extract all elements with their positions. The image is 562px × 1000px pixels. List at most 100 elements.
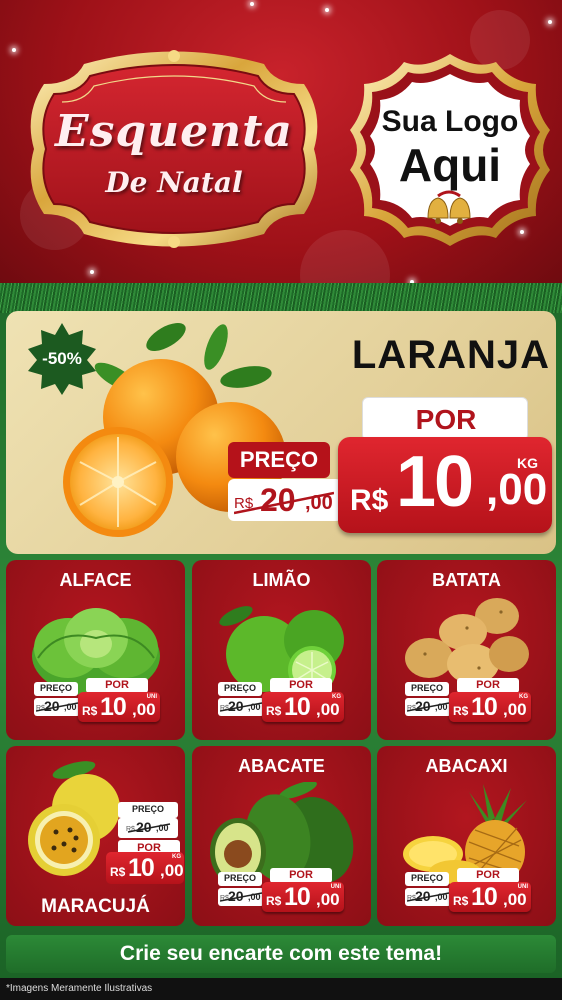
disclaimer-bar: *Imagens Meramente Ilustrativas [0,978,562,1000]
sparkle [90,270,94,274]
featured-product-card[interactable]: -50% LARANJA POR PREÇO R$ 20 ,00 R$ 10 ,… [6,311,556,554]
preco-label: PREÇO [131,804,164,814]
price-currency: R$ [110,865,126,879]
product-name: ABACAXI [425,756,508,776]
product-card-limao[interactable]: LIMÃO PREÇO R$ 20 ,00 POR R$ 10 ,00 KG [192,560,371,740]
strike-through-icon [220,892,262,902]
preco-label: PREÇO [239,447,319,472]
product-name: LIMÃO [252,570,311,590]
logo-placeholder-line-1: Sua Logo [381,105,519,138]
price-box: R$ 10 ,00 UNI [449,882,531,912]
preco-label-box: PREÇO [218,682,262,696]
por-label: POR [415,404,477,435]
price-unit: KG [332,694,341,700]
featured-product-name: LARANJA [351,333,550,377]
header-banner: Esquenta De Natal Sua Logo Aqui [0,0,562,300]
price-unit: UNI [330,884,341,890]
old-price-box: R$ 20 ,00 [118,818,178,838]
por-label-box: POR [270,868,332,883]
price-unit: KG [172,854,181,860]
discount-label: -50% [42,349,82,368]
sparkle [250,2,254,6]
por-label: POR [289,869,313,881]
strike-through-icon [127,823,171,833]
por-label-box: POR [86,678,148,693]
product-card-batata[interactable]: BATATA PREÇO R$ 20 ,00 POR R$ 10 ,00 KG [377,560,556,740]
price-integer: 10 [471,693,498,721]
logo-placeholder-frame: Sua Logo Aqui [346,50,554,250]
product-card-maracuja[interactable]: PREÇO R$ 20 ,00 POR R$ 10 ,00 KG MARACUJ… [6,746,185,926]
strike-through-icon [234,491,334,515]
sparkle [325,8,329,12]
product-card-alface[interactable]: ALFACE PREÇO R$ 20 ,00 POR R$ 10 ,00 UNI [6,560,185,740]
title-line-2: De Natal [105,166,243,199]
price-currency: R$ [453,894,469,908]
product-card-abacate[interactable]: ABACATE PREÇO R$ 20 ,00 POR R$ 10 ,00 UN… [192,746,371,926]
price-unit: UNI [146,694,157,700]
price-box: R$ 10 ,00 KG [262,692,344,722]
product-name: ALFACE [59,570,132,590]
price-box: R$ 10 ,00 UNI [262,882,344,912]
strike-through-icon [36,702,78,712]
price-box: R$ 10 ,00 UNI [78,692,160,722]
por-label: POR [476,869,500,881]
sparkle [548,20,552,24]
price-cents: ,00 [486,465,548,514]
product-name: BATATA [432,570,501,590]
preco-label: PREÇO [39,683,72,693]
product-name: ABACATE [238,756,325,776]
price-unit: UNI [517,884,528,890]
por-label: POR [105,679,129,691]
discount-badge: -50% [26,323,98,395]
strike-through-icon [407,892,449,902]
title-line-1: Esquenta [55,106,293,157]
por-label-box: POR [270,678,332,693]
price-cents: ,00 [160,861,184,880]
old-price-box: R$ 20 ,00 [218,888,264,906]
old-price-box: R$ 20 ,00 [405,698,451,716]
old-price-box: R$ 20 ,00 [228,479,342,521]
product-card-abacaxi[interactable]: ABACAXI PREÇO R$ 20 ,00 POR R$ 10 ,00 UN… [377,746,556,926]
preco-label-box: PREÇO [228,442,330,478]
por-label: POR [289,679,313,691]
old-price-box: R$ 20 ,00 [34,698,80,716]
price-integer: 10 [471,883,498,911]
por-label-box: POR [457,868,519,883]
price-box: R$ 10 ,00 KG [449,692,531,722]
por-label-box: POR [457,678,519,693]
strike-through-icon [220,702,262,712]
price-group: PREÇO R$ 20 ,00 POR R$ 10 ,00 UNI [34,678,164,722]
price-integer: 10 [100,693,127,721]
price-integer: 10 [284,883,311,911]
price-cents: ,00 [316,890,340,909]
price-unit: KG [519,694,528,700]
title-ornament-frame: Esquenta De Natal [14,44,334,254]
product-name: MARACUJÁ [41,896,150,917]
cta-text: Crie seu encarte com este tema! [119,942,443,965]
cta-banner[interactable]: Crie seu encarte com este tema! [6,935,556,973]
preco-label-box: PREÇO [34,682,78,696]
price-integer: 10 [284,693,311,721]
grass-border [0,283,562,313]
price-cents: ,00 [316,700,340,719]
preco-label: PREÇO [410,683,443,693]
price-currency: R$ [266,704,282,718]
preco-label-box: PREÇO [118,802,178,818]
featured-price-box: R$ 10 ,00 KG [338,437,552,533]
preco-label: PREÇO [223,873,256,883]
price-group: PREÇO R$ 20 ,00 POR R$ 10 ,00 KG [218,678,348,722]
price-cents: ,00 [132,700,156,719]
price-currency: R$ [453,704,469,718]
preco-label-box: PREÇO [218,872,262,886]
price-group: PREÇO R$ 20 ,00 POR R$ 10 ,00 KG [405,678,535,722]
logo-placeholder-line-2: Aqui [398,139,502,191]
preco-label-box: PREÇO [405,682,449,696]
price-box: R$ 10 ,00 KG [106,852,184,884]
preco-label: PREÇO [410,873,443,883]
old-price-box: R$ 20 ,00 [405,888,451,906]
disclaimer-text: *Imagens Meramente Ilustrativas [6,983,153,994]
price-group: PREÇO R$ 20 ,00 POR R$ 10 ,00 UNI [218,868,348,912]
price-currency: R$ [350,484,389,517]
price-group: PREÇO R$ 20 ,00 POR R$ 10 ,00 UNI [405,868,535,912]
price-integer: 10 [128,854,155,882]
